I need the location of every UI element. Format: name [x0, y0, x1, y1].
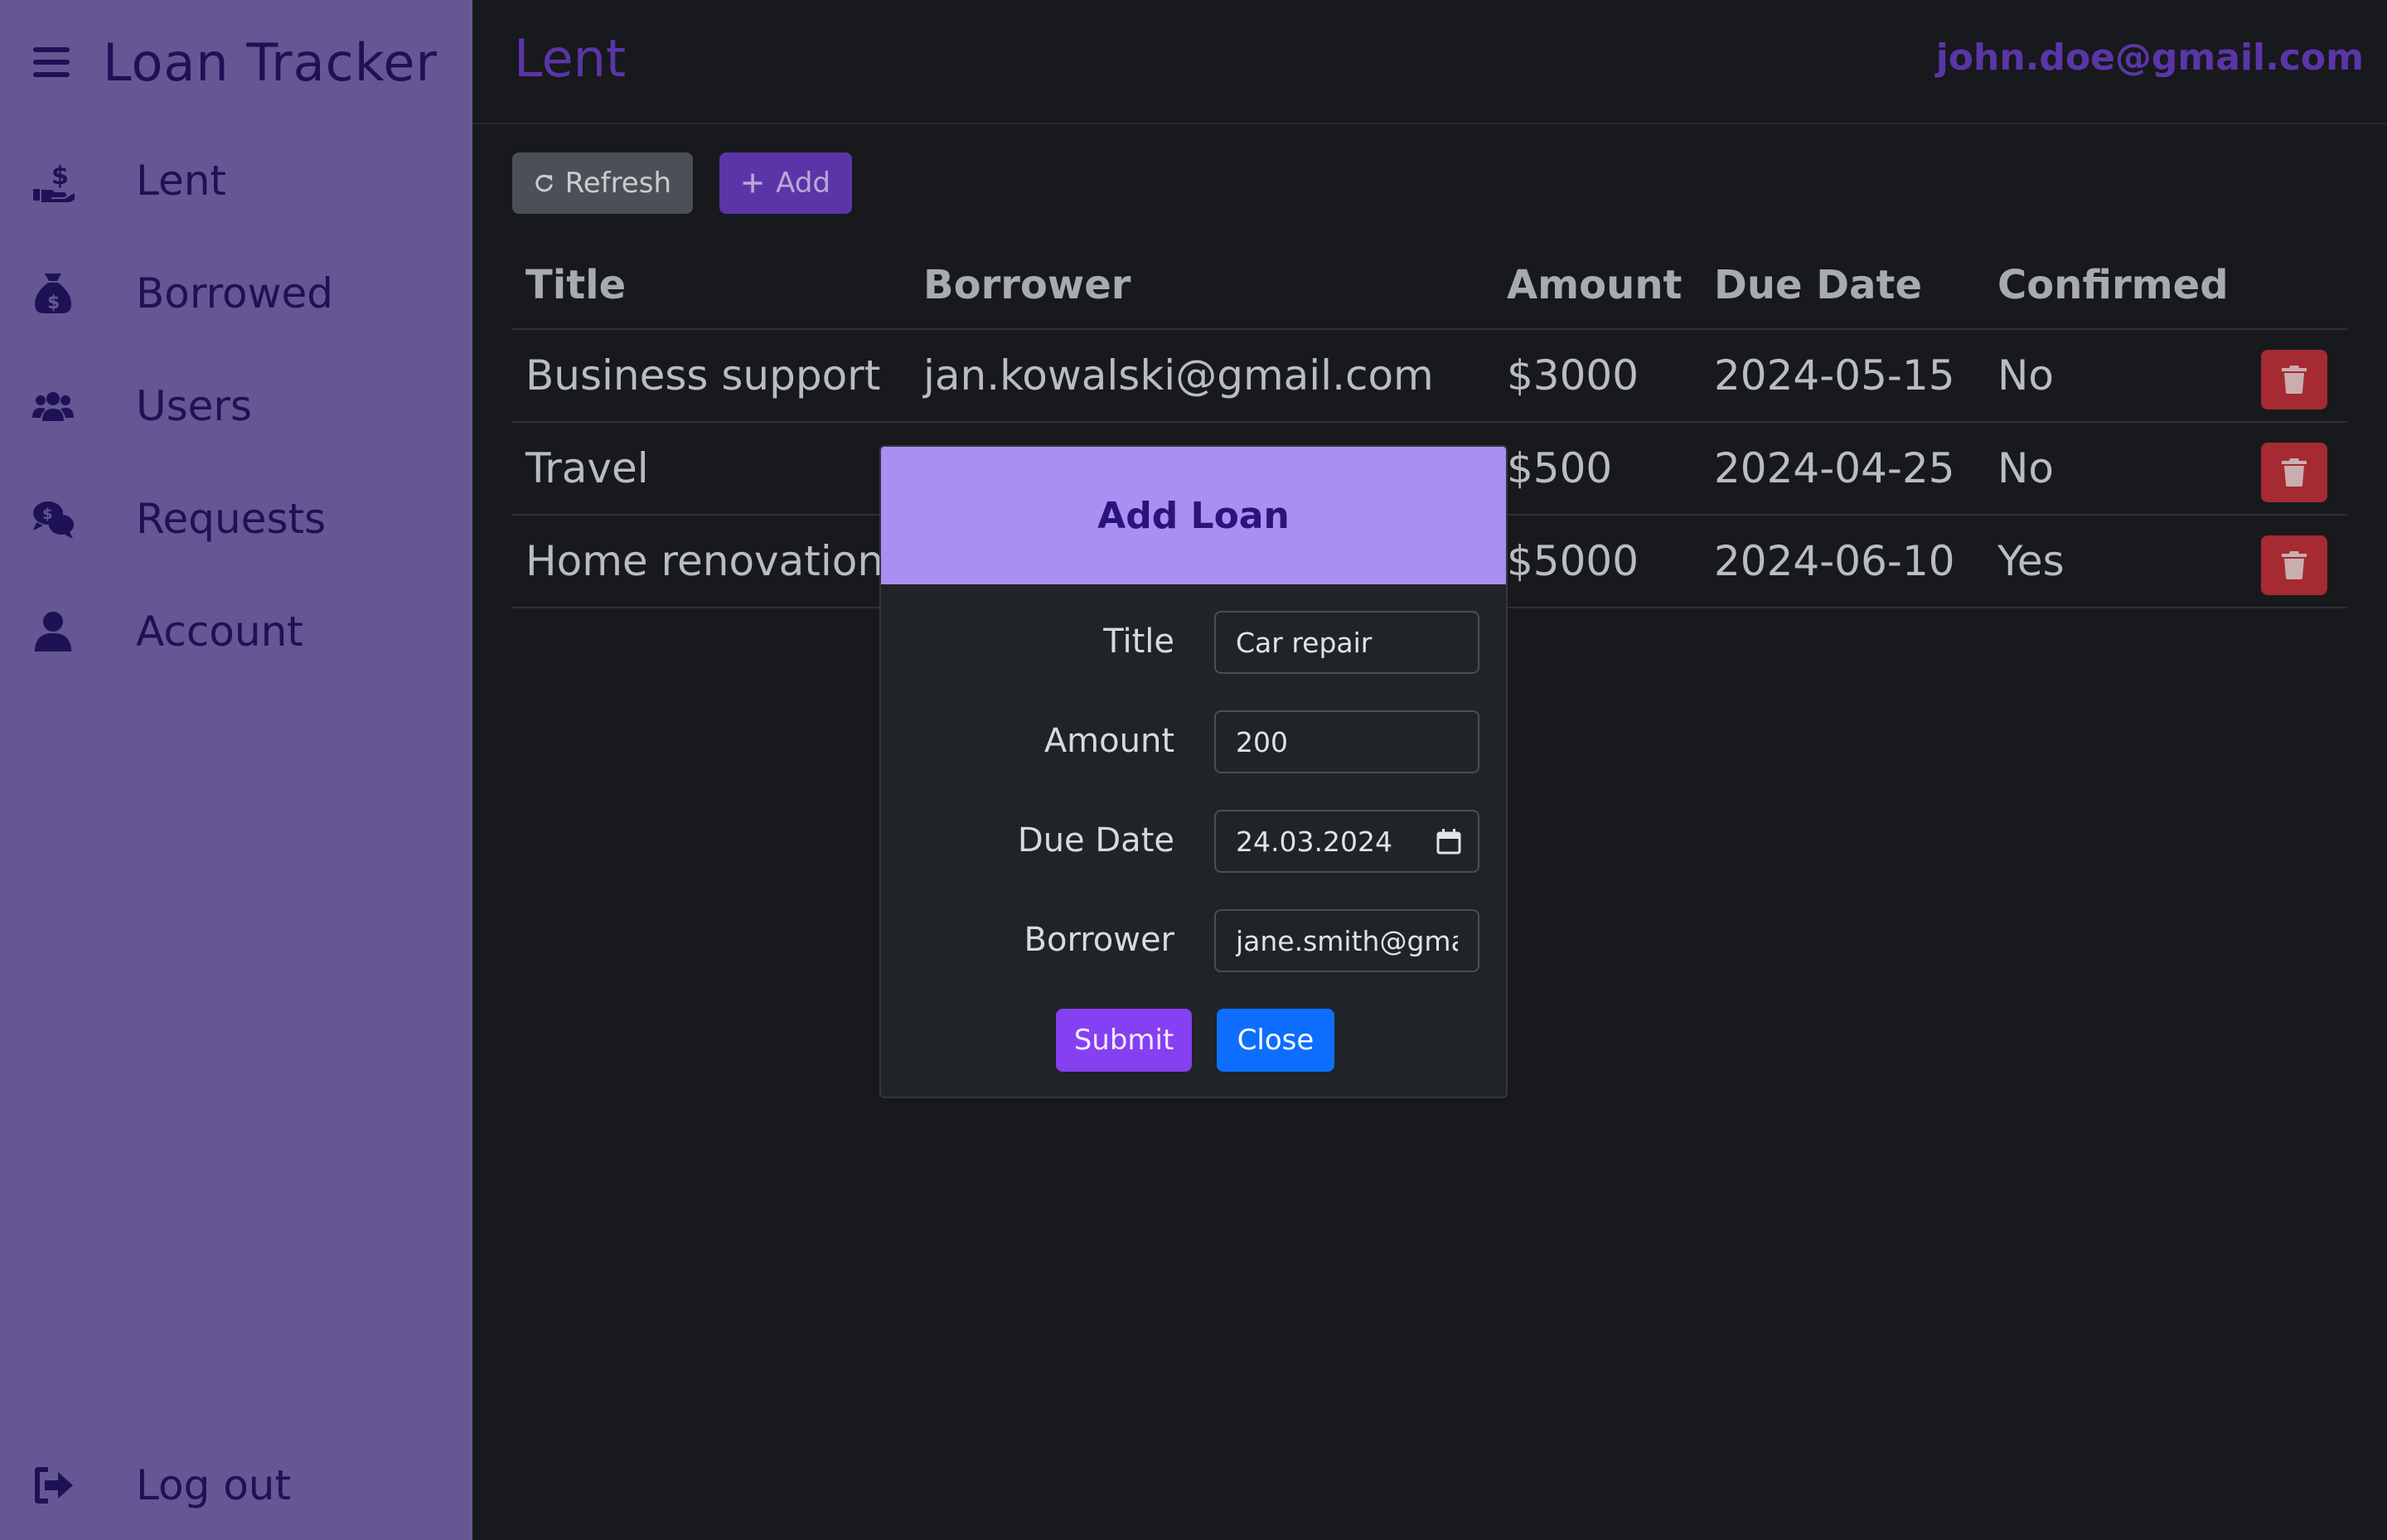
hamburger-menu-icon[interactable]	[33, 46, 70, 79]
user-icon	[31, 610, 75, 653]
sidebar-item-requests[interactable]: $ Requests	[31, 482, 326, 556]
modal-header: Add Loan	[881, 447, 1506, 584]
cell-due-date: 2024-06-10	[1714, 537, 1955, 585]
page-title: Lent	[514, 28, 627, 89]
sidebar-item-lent[interactable]: $ Lent	[31, 143, 226, 218]
cell-confirmed: No	[1997, 351, 2054, 400]
cell-due-date: 2024-05-15	[1714, 351, 1955, 400]
delete-button[interactable]	[2261, 535, 2327, 595]
title-input[interactable]	[1214, 611, 1479, 674]
cell-amount: $3000	[1507, 351, 1639, 400]
cell-title: Travel	[525, 444, 649, 492]
title-label: Title	[1103, 622, 1174, 661]
trash-icon	[2282, 458, 2307, 487]
due-date-label: Due Date	[1017, 821, 1174, 860]
add-label: Add	[776, 167, 830, 200]
comments-dollar-icon: $	[31, 497, 75, 540]
close-button[interactable]: Close	[1217, 1009, 1334, 1072]
cell-title: Home renovation	[525, 537, 884, 585]
title-field-row: Title	[881, 611, 1506, 674]
app-title: Loan Tracker	[103, 31, 438, 93]
plus-icon	[743, 173, 763, 193]
delete-button[interactable]	[2261, 443, 2327, 502]
refresh-icon	[535, 174, 553, 192]
borrower-input[interactable]	[1214, 909, 1479, 972]
column-header-due-date: Due Date	[1714, 262, 1923, 308]
cell-due-date: 2024-04-25	[1714, 444, 1955, 492]
sidebar-item-label: Borrowed	[136, 269, 334, 317]
logout-button[interactable]: Log out	[31, 1448, 291, 1523]
sidebar-item-account[interactable]: Account	[31, 594, 303, 669]
sidebar-item-label: Lent	[136, 157, 227, 205]
sidebar-item-label: Users	[136, 382, 253, 430]
sidebar-item-borrowed[interactable]: $ Borrowed	[31, 256, 333, 331]
add-button[interactable]: Add	[719, 153, 852, 214]
top-bar: Lent john.doe@gmail.com	[472, 0, 2387, 124]
cell-title: Business support	[525, 351, 881, 400]
column-header-amount: Amount	[1507, 262, 1683, 308]
borrower-field-row: Borrower	[881, 909, 1506, 972]
cell-confirmed: No	[1997, 444, 2054, 492]
refresh-button[interactable]: Refresh	[512, 153, 693, 214]
cell-borrower: jan.kowalski@gmail.com	[923, 351, 1434, 400]
delete-button[interactable]	[2261, 350, 2327, 409]
column-header-borrower: Borrower	[923, 262, 1131, 308]
sidebar-item-label: Account	[136, 608, 303, 656]
svg-text:$: $	[47, 293, 60, 313]
amount-label: Amount	[1043, 722, 1174, 760]
brand: Loan Tracker	[33, 25, 438, 99]
logout-icon	[31, 1464, 75, 1507]
add-loan-modal: Add Loan Title Amount Due Date Borrower …	[879, 445, 1508, 1098]
svg-text:$: $	[42, 506, 53, 523]
sidebar: Loan Tracker $ Lent $ Borrowed Users $ R…	[0, 0, 472, 1540]
modal-title: Add Loan	[1097, 494, 1290, 537]
hand-holding-dollar-icon: $	[31, 159, 75, 202]
table-header: Title Borrower Amount Due Date Confirmed	[512, 249, 2347, 330]
money-bag-icon: $	[31, 272, 75, 315]
sidebar-item-label: Requests	[136, 495, 327, 543]
refresh-label: Refresh	[564, 167, 671, 200]
svg-text:$: $	[51, 162, 69, 191]
trash-icon	[2282, 551, 2307, 579]
cell-confirmed: Yes	[1997, 537, 2065, 585]
cell-amount: $5000	[1507, 537, 1639, 585]
column-header-title: Title	[525, 262, 627, 308]
amount-input[interactable]	[1214, 710, 1479, 773]
logout-label: Log out	[136, 1461, 292, 1509]
calendar-icon[interactable]	[1436, 828, 1461, 855]
borrower-label: Borrower	[1024, 921, 1174, 959]
column-header-confirmed: Confirmed	[1997, 262, 2229, 308]
trash-icon	[2282, 366, 2307, 394]
amount-field-row: Amount	[881, 710, 1506, 773]
sidebar-item-users[interactable]: Users	[31, 369, 252, 443]
submit-button[interactable]: Submit	[1056, 1009, 1192, 1072]
user-email-link[interactable]: john.doe@gmail.com	[1936, 36, 2364, 79]
table-row: Business support jan.kowalski@gmail.com …	[512, 330, 2347, 423]
users-icon	[31, 385, 75, 428]
cell-amount: $500	[1507, 444, 1613, 492]
due-date-field-row: Due Date	[881, 810, 1506, 873]
